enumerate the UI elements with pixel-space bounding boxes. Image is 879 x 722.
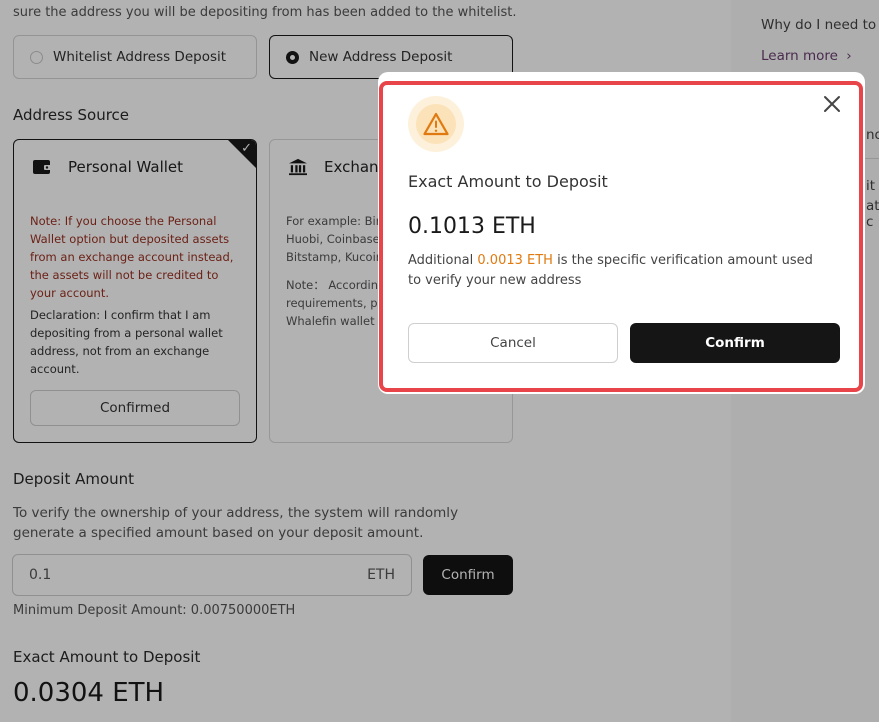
modal-description: Additional 0.0013 ETH is the specific ve… — [408, 251, 828, 291]
modal-text-before: Additional — [408, 253, 478, 268]
exact-amount-modal: Exact Amount to Deposit 0.1013 ETH Addit… — [378, 72, 865, 394]
modal-dialog: Exact Amount to Deposit 0.1013 ETH Addit… — [378, 72, 865, 394]
warning-badge — [408, 96, 464, 152]
warning-badge-inner — [416, 104, 456, 144]
modal-amount: 0.1013 ETH — [408, 214, 536, 239]
warning-icon — [423, 112, 449, 136]
modal-cancel-button[interactable]: Cancel — [408, 323, 618, 363]
modal-title: Exact Amount to Deposit — [408, 172, 608, 191]
modal-confirm-button[interactable]: Confirm — [630, 323, 840, 363]
modal-highlight-amount: 0.0013 ETH — [477, 253, 553, 268]
close-icon[interactable] — [821, 93, 843, 115]
